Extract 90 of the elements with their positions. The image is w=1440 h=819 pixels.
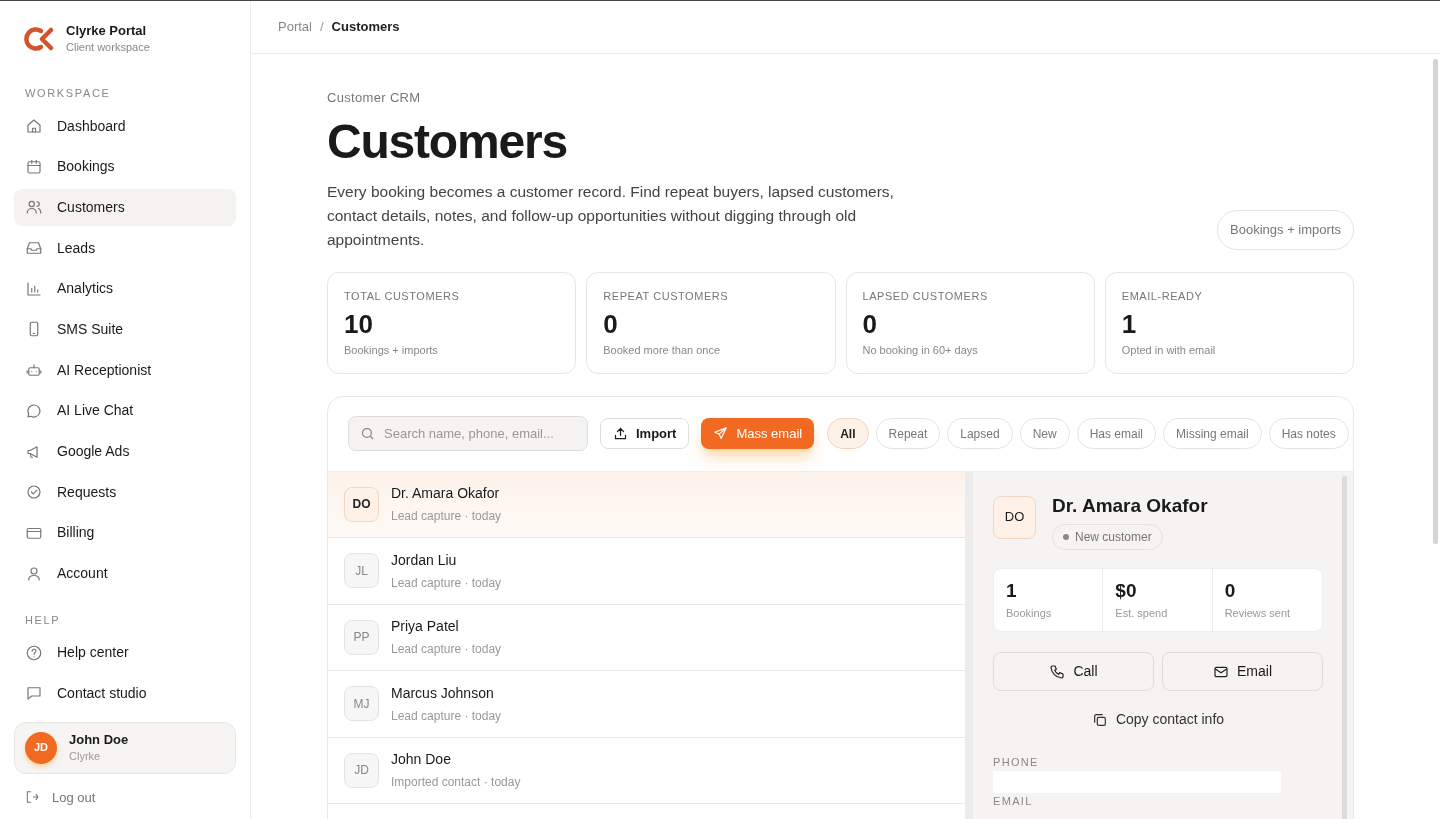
initials-avatar: JD [344, 752, 379, 788]
nav-item[interactable]: Account [14, 555, 236, 593]
initials-avatar: MJ [344, 686, 379, 722]
phone-icon [1049, 663, 1066, 680]
search-icon [360, 426, 375, 441]
metric-label: Est. spend [1115, 606, 1169, 621]
status-dot-icon [1063, 534, 1069, 540]
help-icon [25, 643, 43, 662]
customer-source: Lead capture · today [391, 707, 502, 725]
chat-bubble-icon [25, 401, 43, 420]
customer-source: Lead capture · today [391, 508, 502, 526]
eyebrow-label: Customer CRM [327, 89, 422, 107]
scrollbar[interactable] [1342, 475, 1347, 819]
page-description: Every booking becomes a customer record. Find repeat buyers, lapsed customers, contact details, notes, and follow-up opportunities without digging through old appointments. [327, 181, 895, 250]
customer-source: Lead capture · today [391, 641, 502, 659]
stat-note: Booked more than once [603, 343, 722, 358]
upload-icon [613, 426, 628, 441]
nav-item[interactable]: AI Receptionist [14, 351, 236, 389]
metric-value: 1 [1006, 579, 1018, 603]
metric-label: Reviews sent [1224, 606, 1292, 621]
initials-avatar: DO [344, 486, 379, 522]
customer-name: Marcus Johnson [391, 683, 495, 703]
scrollbar[interactable] [1433, 59, 1438, 544]
nav-item[interactable]: Analytics [14, 270, 236, 308]
initials-avatar: DO [993, 495, 1036, 539]
brand-subtitle: Client workspace [66, 40, 150, 55]
field-label: PHONE [993, 756, 1040, 769]
nav-item[interactable]: Google Ads [14, 433, 236, 470]
nav-item[interactable]: AI Live Chat [14, 392, 236, 430]
logo-icon [24, 26, 54, 52]
stat-value: 0 [862, 308, 878, 341]
stat-label: REPEAT CUSTOMERS [603, 288, 730, 304]
stat-value: 10 [344, 308, 374, 341]
customer-name: John Doe [391, 750, 452, 770]
nav-item[interactable]: Customers [14, 188, 236, 226]
check-circle-icon [25, 483, 43, 502]
customer-name: Dr. Amara Okafor [391, 484, 501, 504]
nav-item[interactable]: Requests [14, 473, 236, 511]
user-icon [25, 564, 43, 583]
nav-item[interactable]: Dashboard [14, 107, 236, 145]
metric-label: Bookings [1006, 606, 1053, 621]
breadcrumb-item[interactable]: Portal [278, 17, 312, 37]
copy-icon [1091, 711, 1108, 728]
customer-row[interactable]: DO Dr. Amara Okafor Lead capture · today [328, 471, 965, 538]
avatar: JD [25, 731, 57, 764]
import-button[interactable]: Import [600, 418, 690, 449]
stat-note: No booking in 60+ days [862, 343, 979, 358]
copy-contact-button[interactable]: Copy contact info [1091, 709, 1225, 730]
page-title: Customers [327, 117, 568, 166]
users-icon [25, 198, 43, 217]
brand-name: Clyrke Portal [66, 23, 148, 39]
stat-label: LAPSED CUSTOMERS [862, 288, 989, 304]
nav-item[interactable]: Contact studio [14, 674, 236, 712]
filter-chip[interactable]: All [827, 418, 869, 449]
customer-name: Jordan Liu [391, 550, 458, 570]
call-button[interactable]: Call [993, 652, 1154, 691]
user-org: Clyrke [69, 748, 102, 764]
logout-icon [24, 789, 40, 806]
field-label: EMAIL [993, 795, 1034, 808]
calendar-icon [25, 157, 43, 176]
email-button[interactable]: Email [1162, 652, 1323, 691]
section-heading: HELP [24, 612, 62, 628]
initials-avatar: PP [344, 619, 379, 655]
send-icon [713, 426, 729, 441]
section-heading: WORKSPACE [24, 86, 112, 101]
home-icon [25, 117, 43, 135]
logout-link[interactable]: Log out [14, 787, 236, 808]
customer-source: Lead capture · today [391, 574, 502, 592]
initials-avatar: JL [344, 553, 379, 589]
metric-value: 0 [1224, 579, 1237, 603]
customer-source: Imported contact · today [391, 774, 521, 792]
user-name: John Doe [69, 731, 129, 748]
nav-item[interactable]: Help center [14, 634, 236, 672]
user-card[interactable]: JD John Doe Clyrke [14, 721, 236, 774]
stat-note: Bookings + imports [344, 343, 439, 358]
stat-note: Opted in with email [1121, 343, 1217, 358]
metric-value: $0 [1115, 579, 1138, 603]
nav-item[interactable]: Billing [14, 514, 236, 552]
stat-label: EMAIL-READY [1121, 288, 1204, 304]
nav-item[interactable]: Bookings [14, 148, 236, 186]
stat-value: 1 [1121, 308, 1138, 341]
nav-item[interactable]: Leads [14, 229, 236, 267]
search-field[interactable]: Search name, phone, email... [348, 416, 588, 451]
stat-label: TOTAL CUSTOMERS [344, 288, 461, 304]
breadcrumb-separator: / [319, 18, 324, 37]
stat-value: 0 [603, 308, 619, 341]
customer-name: Priya Patel [391, 617, 460, 637]
breadcrumb-item: Customers [331, 18, 400, 37]
nav-item[interactable]: SMS Suite [14, 310, 236, 348]
customer-name: Dr. Amara Okafor [1052, 493, 1208, 518]
